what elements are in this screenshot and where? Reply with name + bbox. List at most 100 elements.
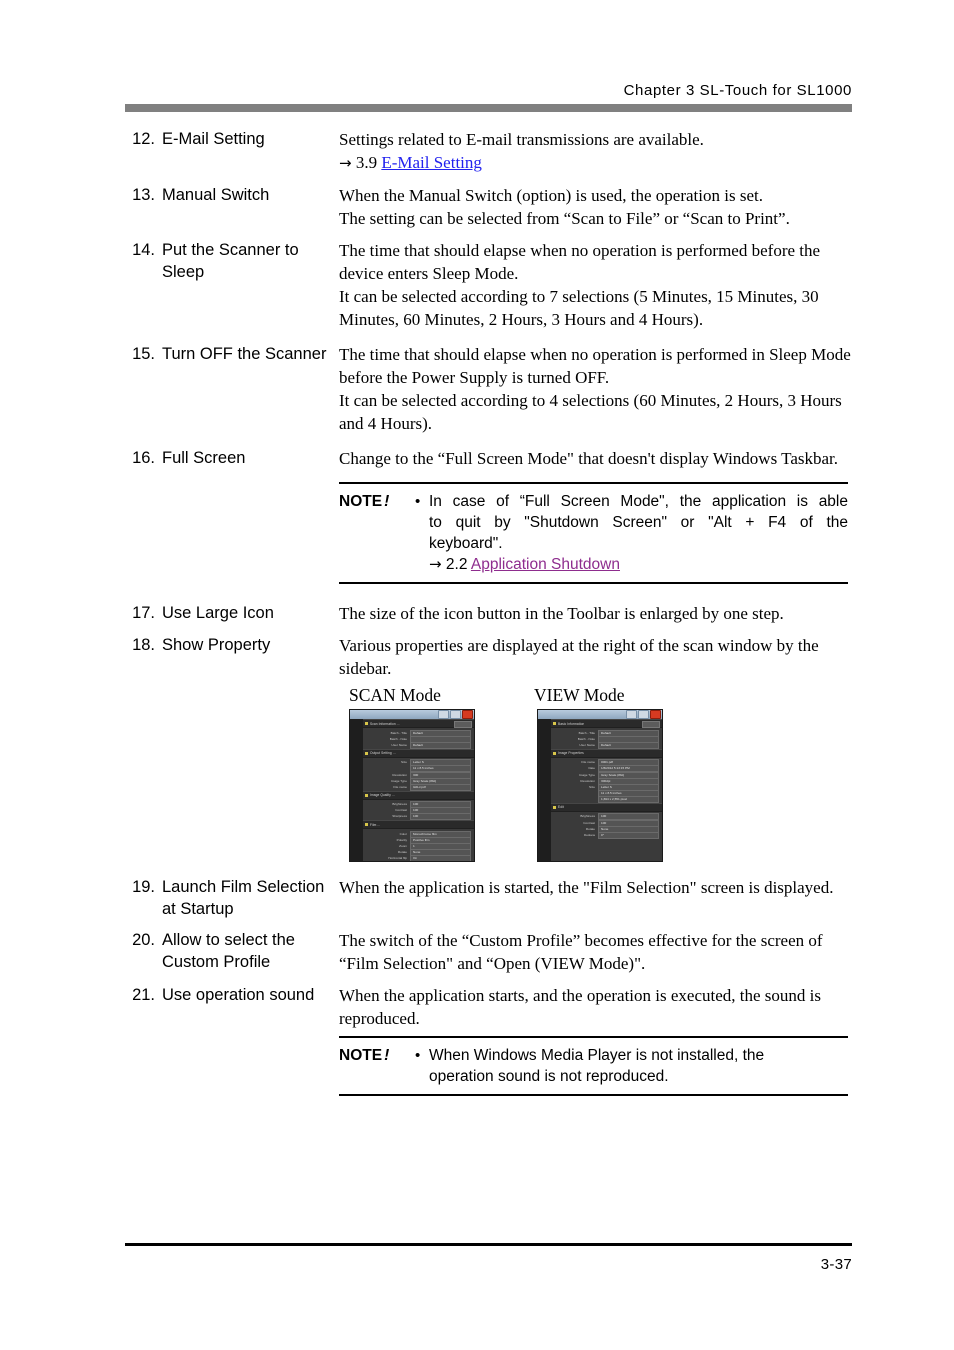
description-line: Settings related to E-mail transmissions…	[339, 130, 704, 149]
group-expander-icon[interactable]	[365, 751, 368, 755]
property-label: Date	[588, 766, 595, 771]
group-expander-icon[interactable]	[553, 722, 556, 725]
entry-number: 18.	[132, 636, 155, 654]
property-label: Contrast	[583, 820, 595, 825]
entry-number: 16.	[132, 449, 155, 467]
property-value-field[interactable]: On	[410, 855, 471, 861]
property-label: Zoom	[399, 844, 407, 849]
note-inner: NOTE! • In case of “Full Screen Mode", t…	[339, 491, 848, 575]
description-line: The switch of the “Custom Profile” becom…	[339, 931, 823, 973]
figure-spacer	[475, 709, 537, 862]
note-label: NOTE!	[339, 491, 415, 512]
group-expander-icon[interactable]	[553, 805, 556, 809]
note-line: In case of “Full Screen Mode", the appli…	[429, 493, 848, 510]
definition-entry-16: 16. Full Screen Change to the “Full Scre…	[125, 447, 852, 592]
header-divider	[125, 104, 852, 112]
entry-number: 19.	[132, 878, 155, 896]
page-content: 12. E-Mail Setting Settings related to E…	[125, 128, 852, 1104]
note-line: to quit by "Shutdown Screen" or "Alt + F…	[429, 514, 848, 531]
property-label: Size	[588, 784, 595, 789]
minimize-icon[interactable]	[626, 710, 637, 719]
scan-property-panel: Scan Information ... Batch - Title Default…	[363, 719, 474, 861]
property-group-header[interactable]: Scan Information ...	[363, 719, 474, 728]
window-titlebar	[350, 710, 474, 719]
entry-label: Turn OFF the Scanner	[162, 345, 327, 363]
entry-term: 16. Full Screen	[125, 447, 339, 470]
entry-number: 12.	[132, 130, 155, 148]
property-group-header[interactable]: Edit	[551, 802, 662, 812]
group-expander-icon[interactable]	[365, 823, 368, 827]
definition-entry-13: 13. Manual Switch When the Manual Switch…	[125, 184, 852, 230]
property-group-title: Film ...	[370, 822, 381, 827]
property-label: Batch - Note	[389, 736, 407, 741]
group-action-button[interactable]	[642, 721, 660, 728]
property-value-field[interactable]: 0°	[598, 832, 659, 840]
entry-label: Manual Switch	[162, 186, 270, 204]
entry-description: The time that should elapse when no oper…	[339, 343, 852, 435]
entry-term: 12. E-Mail Setting	[125, 128, 339, 151]
description-line: The time that should elapse when no oper…	[339, 345, 851, 387]
description-line: The size of the icon button in the Toolb…	[339, 604, 784, 623]
view-mode-window-screenshot: Basic Information Batch - Title Default Bat…	[537, 709, 663, 862]
definition-entry-19: 19. Launch Film Selection at Startup Whe…	[125, 876, 852, 920]
property-group-header[interactable]: Output Setting ...	[363, 748, 474, 758]
entry-term: 21. Use operation sound	[125, 984, 339, 1007]
note-box-full-screen: NOTE! • In case of “Full Screen Mode", t…	[339, 482, 848, 584]
link-email-setting[interactable]: E-Mail Setting	[381, 153, 482, 172]
property-row: Deskew 0°	[551, 832, 662, 840]
entry-label: Show Property	[162, 636, 271, 654]
group-action-button[interactable]	[454, 721, 472, 728]
entry-term: 14. Put the Scanner to Sleep	[125, 239, 339, 283]
page-number: 3-37	[820, 1255, 852, 1273]
group-expander-icon[interactable]	[365, 722, 368, 725]
entry-term: 13. Manual Switch	[125, 184, 339, 207]
property-label: Resolution	[392, 772, 407, 777]
description-line: It can be selected according to 4 select…	[339, 391, 842, 433]
description-line: The time that should elapse when no oper…	[339, 241, 821, 283]
property-row: Horizontal flip On	[363, 855, 474, 861]
chapter-title: Chapter 3 SL-Touch for SL1000	[623, 82, 852, 99]
maximize-icon[interactable]	[638, 710, 649, 719]
entry-label: Launch Film Selection at Startup	[162, 878, 325, 918]
window-body: Scan Information ... Batch - Title Default…	[350, 719, 474, 861]
property-group-title: Image Quality ...	[370, 793, 395, 797]
property-group-header[interactable]: Image Properties	[551, 748, 662, 758]
property-label: Brightness	[392, 802, 407, 807]
description-line: Various properties are displayed at the …	[339, 636, 819, 678]
property-group-header[interactable]: Film ...	[363, 820, 474, 830]
property-label: Contrast	[395, 808, 407, 813]
note-box-operation-sound: NOTE! • When Windows Media Player is not…	[339, 1036, 848, 1096]
window-titlebar	[538, 710, 662, 719]
entry-description: Settings related to E-mail transmissions…	[339, 128, 852, 175]
entry-number: 13.	[132, 186, 155, 204]
entry-label: Put the Scanner to Sleep	[162, 241, 299, 281]
definition-entry-12: 12. E-Mail Setting Settings related to E…	[125, 128, 852, 175]
group-expander-icon[interactable]	[365, 793, 368, 797]
entry-description: The switch of the “Custom Profile” becom…	[339, 929, 852, 975]
property-group-header[interactable]: Image Quality ...	[363, 790, 474, 800]
scan-preview-area	[350, 719, 363, 861]
entry-number: 15.	[132, 345, 155, 363]
window-body: Basic Information Batch - Title Default Bat…	[538, 719, 662, 861]
cross-reference: → 3.9 E-Mail Setting	[339, 151, 852, 175]
property-sidebar-figure: SCAN Mode VIEW Mode Scan Information ...…	[349, 684, 849, 862]
minimize-icon[interactable]	[438, 710, 449, 719]
group-expander-icon[interactable]	[553, 751, 556, 755]
figure-captions: SCAN Mode VIEW Mode	[349, 684, 849, 706]
note-line: keyboard".	[429, 535, 503, 552]
page-footer: 3-37	[125, 1243, 852, 1273]
entry-number: 21.	[132, 986, 155, 1004]
document-page: Chapter 3 SL-Touch for SL1000 12. E-Mail…	[0, 0, 954, 1350]
property-label: Horizontal flip	[388, 856, 407, 861]
bullet-icon: •	[415, 1047, 421, 1064]
entry-description: The time that should elapse when no oper…	[339, 239, 852, 331]
entry-description: When the application is started, the "Fi…	[339, 876, 852, 899]
property-label: Rotate	[585, 826, 595, 831]
close-icon[interactable]	[650, 710, 661, 719]
note-line: When Windows Media Player is not install…	[429, 1047, 765, 1064]
maximize-icon[interactable]	[450, 710, 461, 719]
link-application-shutdown[interactable]: Application Shutdown	[471, 556, 620, 573]
close-icon[interactable]	[462, 710, 473, 719]
property-group-header[interactable]: Basic Information	[551, 719, 662, 728]
property-label: User Name	[579, 742, 595, 747]
